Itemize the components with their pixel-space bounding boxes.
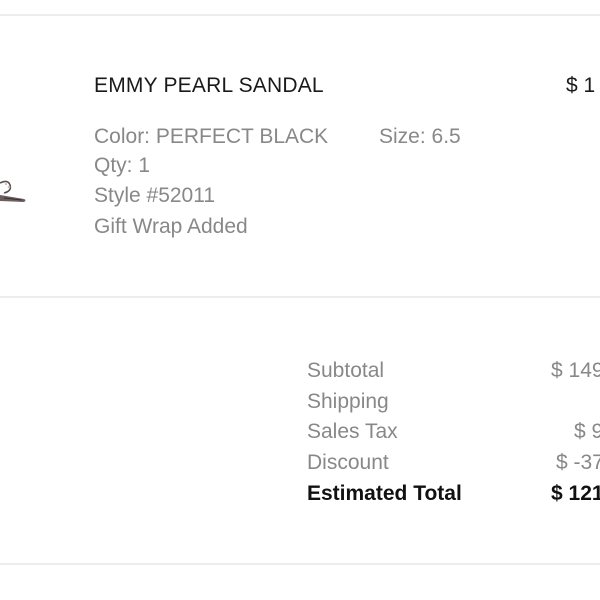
top-divider [0,14,600,16]
product-color: Color: PERFECT BLACK [94,125,329,148]
product-style: Style #52011 [94,184,216,207]
sandal-icon [0,180,26,202]
product-price: $ 1 [566,74,596,97]
product-size: Size: 6.5 [379,125,461,148]
sandal-thumbnail-image[interactable] [0,165,30,215]
item-divider [0,296,600,298]
gift-wrap-status: Gift Wrap Added [94,215,248,238]
subtotal-label: Subtotal [307,359,385,382]
bottom-divider [0,563,600,565]
sales-tax-value: $ 9 [574,420,600,443]
sales-tax-label: Sales Tax [307,420,398,443]
product-qty: Qty: 1 [94,154,151,177]
estimated-total-value: $ 121 [551,482,600,505]
estimated-total-label: Estimated Total [307,482,462,505]
discount-value: $ -37 [556,451,600,474]
product-name[interactable]: EMMY PEARL SANDAL [94,74,324,98]
shipping-label: Shipping [307,390,389,413]
discount-label: Discount [307,451,389,474]
order-review-page: EMMY PEARL SANDAL $ 1 Color: PERFECT BLA… [0,0,600,600]
subtotal-value: $ 149 [551,359,600,382]
